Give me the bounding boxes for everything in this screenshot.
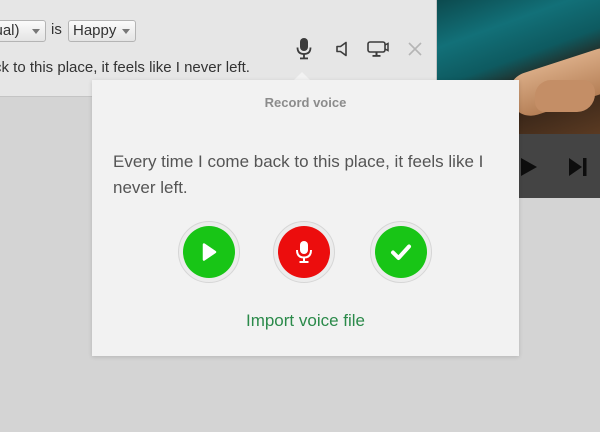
popup-sentence: Every time I come back to this place, it…: [113, 152, 484, 197]
confirm-button[interactable]: [370, 221, 432, 283]
dialogue-line-text[interactable]: ck to this place, it feels like I never …: [0, 59, 250, 76]
confirm-button-fill: [375, 226, 427, 278]
close-icon: [408, 42, 422, 56]
play-recording-button[interactable]: [178, 221, 240, 283]
emotion-select[interactable]: Happy: [68, 20, 136, 42]
play-button-fill: [183, 226, 235, 278]
close-button[interactable]: [403, 36, 427, 62]
record-button[interactable]: [273, 221, 335, 283]
popup-title: Record voice: [264, 95, 347, 110]
play-icon: [202, 243, 217, 261]
emotion-select-value: Happy: [73, 22, 117, 39]
speaker-icon: [336, 41, 347, 57]
condition-select[interactable]: sual): [0, 20, 46, 42]
is-label: is: [51, 21, 62, 38]
skip-next-icon: [569, 158, 587, 176]
camera-icon: [367, 41, 389, 57]
video-play-button[interactable]: [520, 157, 538, 182]
camera-button[interactable]: [366, 36, 390, 62]
play-icon: [521, 158, 537, 176]
condition-select-value: sual): [0, 22, 20, 39]
record-voice-button[interactable]: [292, 36, 316, 62]
video-skip-next-button[interactable]: [568, 157, 588, 182]
chevron-down-icon: [122, 29, 130, 34]
import-voice-file-link[interactable]: Import voice file: [92, 311, 519, 331]
record-voice-popup: Record voice Every time I come back to t…: [92, 80, 519, 356]
play-audio-button[interactable]: [331, 36, 355, 62]
record-button-fill: [278, 226, 330, 278]
microphone-icon: [296, 38, 312, 60]
popup-pointer: [294, 72, 310, 80]
chevron-down-icon: [32, 29, 40, 34]
microphone-icon: [296, 241, 312, 263]
video-frame-hand: [535, 80, 595, 112]
checkmark-icon: [391, 244, 411, 260]
